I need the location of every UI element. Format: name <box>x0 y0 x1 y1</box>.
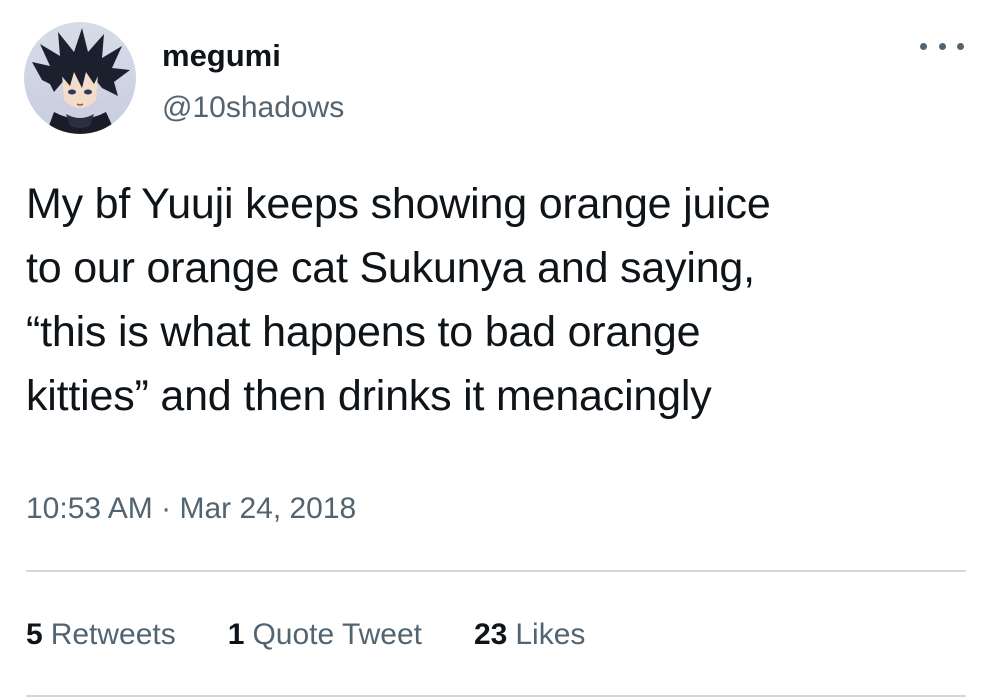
divider <box>26 570 966 572</box>
avatar[interactable] <box>24 22 136 134</box>
quotes-count: 1 <box>227 618 245 651</box>
tweet-text: My bf Yuuji keeps showing orange juice t… <box>26 180 771 420</box>
tweet-card: megumi @10shadows My bf Yuuji keeps show… <box>0 0 1000 699</box>
author-display-name[interactable]: megumi <box>162 36 344 76</box>
retweets-stat[interactable]: 5 Retweets <box>26 614 176 656</box>
quote-tweets-stat[interactable]: 1 Quote Tweet <box>228 614 422 656</box>
likes-count: 23 <box>474 618 508 651</box>
tweet-date[interactable]: Mar 24, 2018 <box>179 492 356 525</box>
quotes-label: Quote Tweet <box>252 618 422 651</box>
more-horizontal-icon <box>957 42 964 50</box>
more-horizontal-icon <box>920 42 927 50</box>
more-options-button[interactable] <box>920 34 964 58</box>
likes-label: Likes <box>515 618 586 651</box>
tweet-timestamp: 10:53 AM · Mar 24, 2018 <box>26 488 356 530</box>
timestamp-separator: · <box>161 492 172 525</box>
likes-stat[interactable]: 23 Likes <box>474 614 585 656</box>
author-names: megumi @10shadows <box>162 36 344 128</box>
retweets-count: 5 <box>26 618 43 651</box>
author-handle[interactable]: @10shadows <box>162 88 344 128</box>
tweet-time[interactable]: 10:53 AM <box>26 492 153 525</box>
anime-character-avatar-icon <box>24 22 136 134</box>
more-horizontal-icon <box>938 42 946 50</box>
divider-bottom <box>26 695 966 697</box>
tweet-stats: 5 Retweets 1 Quote Tweet 23 Likes <box>26 614 637 656</box>
retweets-label: Retweets <box>50 618 176 651</box>
